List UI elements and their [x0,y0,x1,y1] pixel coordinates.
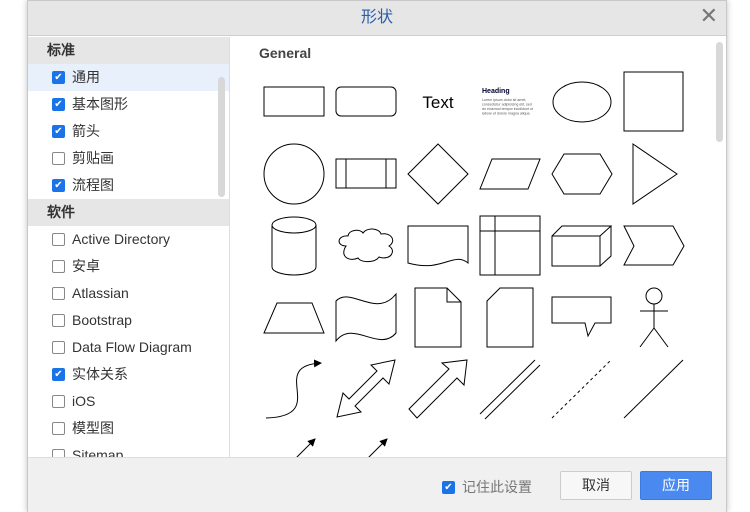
library-item[interactable]: ✔ 实体关系 [28,361,229,388]
item-label: Data Flow Diagram [72,339,192,355]
cloud-shape[interactable] [338,228,394,263]
library-item[interactable]: ✔ 基本图形 [28,91,229,118]
library-item[interactable]: 剪贴画 [28,145,229,172]
checkbox[interactable]: ✔ [52,368,65,381]
arrow-shape[interactable] [408,359,468,419]
shape-library-list: 标准 ✔ 通用 ✔ 基本图形 ✔ 箭头 剪贴画 ✔ 流程图 软件 Active Dire… [28,37,230,457]
dialog-footer: ✔ 记住此设置 取消 应用 [28,457,726,512]
callout-shape[interactable] [551,296,612,338]
dashed-line-shape[interactable] [551,360,611,419]
step-shape[interactable] [623,225,685,266]
svg-text:labore et dolore magna aliqua.: labore et dolore magna aliqua. [482,112,531,116]
library-item[interactable]: Sitemap [28,442,229,457]
hexagon-shape[interactable] [551,153,613,195]
checkbox[interactable] [52,260,65,273]
cube-shape[interactable] [551,225,613,267]
svg-text:Heading: Heading [482,88,510,95]
item-label: 剪贴画 [72,150,114,166]
curved-arrow-shape[interactable] [265,359,322,419]
ellipse-shape[interactable] [552,81,612,123]
library-item[interactable]: Atlassian [28,280,229,307]
cylinder-shape[interactable] [271,216,317,276]
square-shape[interactable] [623,71,684,132]
library-item[interactable]: Active Directory [28,226,229,253]
dialog-title: 形状 [28,1,726,36]
remember-checkbox[interactable]: ✔ [442,480,455,494]
item-label: 流程图 [72,177,114,193]
remember-settings[interactable]: ✔ 记住此设置 [442,477,532,497]
checkbox[interactable] [52,422,65,435]
checkbox[interactable] [52,314,65,327]
library-item[interactable]: 安卓 [28,253,229,280]
checkbox[interactable]: ✔ [52,179,65,192]
bidirectional-arrow-shape[interactable] [336,359,396,418]
process-shape[interactable] [335,158,397,189]
arrow-line-shape[interactable] [291,438,316,457]
category-standard: 标准 [28,37,229,64]
item-label: Bootstrap [72,312,132,328]
item-label: 模型图 [72,420,114,436]
library-item[interactable]: 模型图 [28,415,229,442]
library-item[interactable]: iOS [28,388,229,415]
category-software: 软件 [28,199,229,226]
arrow-line-shape[interactable] [363,438,388,457]
checkbox[interactable] [52,449,65,457]
item-label: 通用 [72,69,100,85]
rectangle-shape[interactable] [263,86,325,117]
close-icon[interactable]: ✕ [700,3,718,29]
item-label: 实体关系 [72,366,128,382]
checkbox[interactable]: ✔ [52,125,65,138]
item-label: 基本图形 [72,96,128,112]
sidebar-scrollbar[interactable] [218,77,225,197]
triangle-shape[interactable] [632,143,678,205]
svg-text:consectetur adipisicing elit,: consectetur adipisicing elit, sed [482,103,532,107]
trapezoid-shape[interactable] [263,302,325,334]
internal-storage-shape[interactable] [479,215,541,276]
checkbox[interactable] [52,395,65,408]
link-shape[interactable] [479,359,541,420]
library-item[interactable]: ✔ 箭头 [28,118,229,145]
item-label: 安卓 [72,258,100,274]
palette-scrollbar[interactable] [716,42,723,142]
card-shape[interactable] [486,287,534,348]
diamond-shape[interactable] [407,143,469,205]
svg-text:do eiusmod tempor incididunt u: do eiusmod tempor incididunt ut [482,107,533,111]
cancel-button[interactable]: 取消 [560,471,632,500]
library-item[interactable]: Data Flow Diagram [28,334,229,361]
tape-shape[interactable] [335,292,397,343]
checkbox[interactable] [52,233,65,246]
textbox-shape[interactable]: Heading Lorem ipsum dolor sit amet, cons… [482,88,533,116]
library-item[interactable]: ✔ 流程图 [28,172,229,199]
checkbox[interactable] [52,287,65,300]
apply-button[interactable]: 应用 [640,471,712,500]
item-label: Atlassian [72,285,129,301]
shape-palette: General Text Heading Lorem ipsum dolor s… [231,37,727,457]
item-label: Sitemap [72,447,124,457]
item-label: 箭头 [72,123,100,139]
checkbox[interactable] [52,152,65,165]
circle-shape[interactable] [263,143,325,205]
svg-text:Lorem ipsum dolor sit amet,: Lorem ipsum dolor sit amet, [482,98,526,102]
checkbox[interactable]: ✔ [52,71,65,84]
parallelogram-shape[interactable] [479,158,541,190]
text-shape[interactable]: Text [422,93,453,112]
library-item[interactable]: ✔ 通用 [28,64,229,91]
checkbox[interactable] [52,341,65,354]
remember-label: 记住此设置 [462,479,532,495]
line-shape[interactable] [623,359,684,419]
actor-shape[interactable] [639,287,669,348]
shapes-dialog: 形状 ✕ 标准 ✔ 通用 ✔ 基本图形 ✔ 箭头 剪贴画 ✔ 流程图 软件 Active… [27,0,727,512]
item-label: Active Directory [72,231,171,247]
library-item[interactable]: Bootstrap [28,307,229,334]
note-shape[interactable] [414,287,462,348]
item-label: iOS [72,393,96,409]
checkbox[interactable]: ✔ [52,98,65,111]
svg-text:Text: Text [422,93,453,112]
rounded-rectangle-shape[interactable] [335,86,397,117]
document-shape[interactable] [407,225,469,267]
